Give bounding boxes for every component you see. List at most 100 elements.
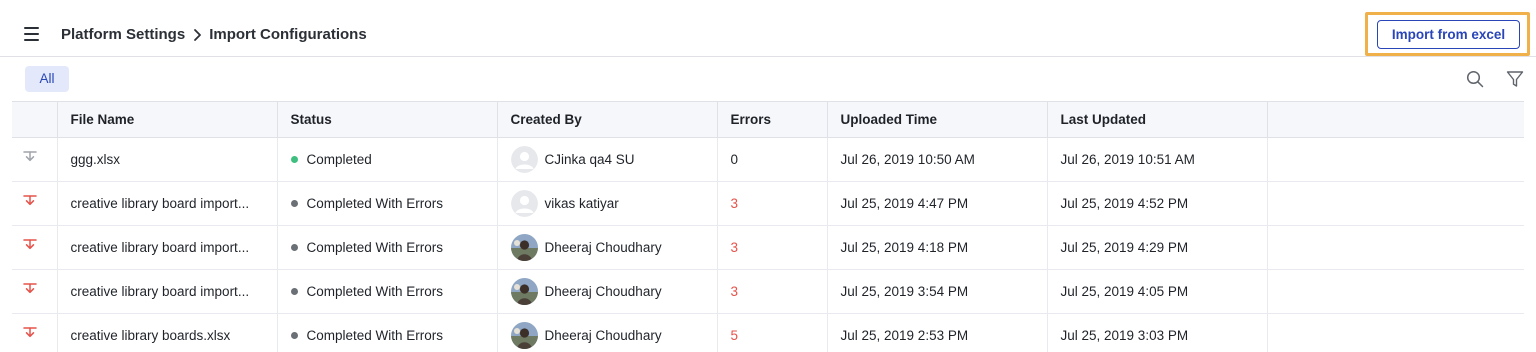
download-cell xyxy=(12,181,58,226)
column-header-status[interactable]: Status xyxy=(277,101,498,138)
file-name[interactable]: ggg.xlsx xyxy=(71,152,121,167)
download-cell xyxy=(12,269,58,314)
status-dot xyxy=(290,243,298,251)
table-row[interactable]: creative library board import... Complete… xyxy=(12,181,1524,226)
status-dot xyxy=(290,331,298,339)
creator-name: Dheeraj Choudhary xyxy=(544,284,662,299)
spacer-cell xyxy=(1267,137,1524,182)
import-from-excel-button[interactable]: Import from excel xyxy=(1377,20,1520,49)
status-cell: Completed With Errors xyxy=(277,269,498,314)
column-header-errors[interactable]: Errors xyxy=(717,101,828,138)
status-text: Completed With Errors xyxy=(306,284,444,299)
file-name-cell[interactable]: creative library boards.xlsx xyxy=(57,313,278,352)
download-cell xyxy=(12,313,58,352)
download-icon[interactable] xyxy=(22,282,38,298)
last-updated-cell: Jul 25, 2019 4:52 PM xyxy=(1047,181,1268,226)
file-name-cell[interactable]: ggg.xlsx xyxy=(57,137,278,182)
avatar xyxy=(510,234,538,261)
avatar xyxy=(510,146,538,173)
status-text: Completed xyxy=(306,152,372,167)
status-text: Completed With Errors xyxy=(306,196,444,211)
spacer-cell xyxy=(1267,269,1524,314)
errors-cell: 5 xyxy=(717,313,828,352)
file-name[interactable]: creative library board import... xyxy=(71,196,250,211)
errors-cell: 3 xyxy=(717,269,828,314)
uploaded-time-cell: Jul 25, 2019 3:54 PM xyxy=(827,269,1048,314)
file-name-cell[interactable]: creative library board import... xyxy=(57,181,278,226)
status-dot xyxy=(290,287,298,295)
status-cell: Completed With Errors xyxy=(277,181,498,226)
status-text: Completed With Errors xyxy=(306,240,444,255)
error-count[interactable]: 3 xyxy=(731,284,739,299)
uploaded-time-cell: Jul 25, 2019 4:47 PM xyxy=(827,181,1048,226)
created-by-cell: Dheeraj Choudhary xyxy=(497,225,718,270)
errors-cell: 3 xyxy=(717,225,828,270)
last-updated: Jul 25, 2019 4:29 PM xyxy=(1060,240,1189,255)
last-updated-cell: Jul 25, 2019 4:05 PM xyxy=(1047,269,1268,314)
file-name-cell[interactable]: creative library board import... xyxy=(57,269,278,314)
column-header-created-by[interactable]: Created By xyxy=(497,101,718,138)
column-header-uploaded-time[interactable]: Uploaded Time xyxy=(827,101,1048,138)
file-name[interactable]: creative library boards.xlsx xyxy=(71,328,231,343)
download-icon[interactable] xyxy=(22,194,38,210)
last-updated-cell: Jul 26, 2019 10:51 AM xyxy=(1047,137,1268,182)
created-by-cell: Dheeraj Choudhary xyxy=(497,269,718,314)
table-row[interactable]: creative library board import... Complete… xyxy=(12,225,1524,270)
download-icon[interactable] xyxy=(22,326,38,342)
avatar xyxy=(510,278,538,305)
errors-cell: 3 xyxy=(717,181,828,226)
download-icon[interactable] xyxy=(22,150,38,166)
filter-tab-all[interactable]: All xyxy=(25,66,69,92)
uploaded-time-cell: Jul 26, 2019 10:50 AM xyxy=(827,137,1048,182)
last-updated-cell: Jul 25, 2019 3:03 PM xyxy=(1047,313,1268,352)
file-name-cell[interactable]: creative library board import... xyxy=(57,225,278,270)
table-row[interactable]: creative library board import... Complete… xyxy=(12,269,1524,314)
file-name[interactable]: creative library board import... xyxy=(71,284,250,299)
created-by-cell: CJinka qa4 SU xyxy=(497,137,718,182)
creator-name: Dheeraj Choudhary xyxy=(544,328,662,343)
breadcrumb: Platform Settings Import Configurations xyxy=(61,26,367,43)
uploaded-time: Jul 25, 2019 2:53 PM xyxy=(840,328,969,343)
creator-name: Dheeraj Choudhary xyxy=(544,240,662,255)
uploaded-time: Jul 25, 2019 4:18 PM xyxy=(840,240,969,255)
status-cell: Completed xyxy=(277,137,498,182)
table-row[interactable]: ggg.xlsx Completed CJinka qa4 SU 0 Jul 26, 2… xyxy=(12,137,1524,182)
error-count: 0 xyxy=(730,152,739,167)
table-row[interactable]: creative library boards.xlsx Completed Wi… xyxy=(12,313,1524,352)
last-updated: Jul 25, 2019 3:03 PM xyxy=(1060,328,1189,343)
error-count[interactable]: 5 xyxy=(731,328,739,343)
top-bar: Platform Settings Import Configurations … xyxy=(0,0,1536,57)
creator-name: CJinka qa4 SU xyxy=(544,152,635,167)
column-header-actions xyxy=(12,101,58,138)
download-icon[interactable] xyxy=(22,238,38,254)
hamburger-menu-icon[interactable] xyxy=(24,27,40,41)
uploaded-time: Jul 25, 2019 4:47 PM xyxy=(840,196,969,211)
chevron-right-icon xyxy=(189,27,205,43)
breadcrumb-item-platform-settings[interactable]: Platform Settings xyxy=(61,26,185,43)
table-header-row: File Name Status Created By Errors Uploa… xyxy=(12,101,1524,138)
last-updated-cell: Jul 25, 2019 4:29 PM xyxy=(1047,225,1268,270)
error-count[interactable]: 3 xyxy=(731,240,739,255)
column-header-file-name[interactable]: File Name xyxy=(57,101,278,138)
file-name[interactable]: creative library board import... xyxy=(71,240,250,255)
status-cell: Completed With Errors xyxy=(277,225,498,270)
last-updated: Jul 25, 2019 4:05 PM xyxy=(1060,284,1189,299)
uploaded-time: Jul 25, 2019 3:54 PM xyxy=(840,284,969,299)
errors-cell: 0 xyxy=(717,137,828,182)
spacer-cell xyxy=(1267,313,1524,352)
filter-funnel-icon[interactable] xyxy=(1506,70,1524,88)
status-dot xyxy=(290,199,298,207)
download-cell xyxy=(12,225,58,270)
search-icon[interactable] xyxy=(1466,70,1484,88)
status-cell: Completed With Errors xyxy=(277,313,498,352)
status-dot xyxy=(290,155,298,163)
column-header-spacer xyxy=(1267,101,1524,138)
created-by-cell: Dheeraj Choudhary xyxy=(497,313,718,352)
creator-name: vikas katiyar xyxy=(544,196,619,211)
status-text: Completed With Errors xyxy=(306,328,444,343)
avatar xyxy=(510,322,538,349)
created-by-cell: vikas katiyar xyxy=(497,181,718,226)
column-header-last-updated[interactable]: Last Updated xyxy=(1047,101,1268,138)
error-count[interactable]: 3 xyxy=(731,196,739,211)
uploaded-time-cell: Jul 25, 2019 4:18 PM xyxy=(827,225,1048,270)
